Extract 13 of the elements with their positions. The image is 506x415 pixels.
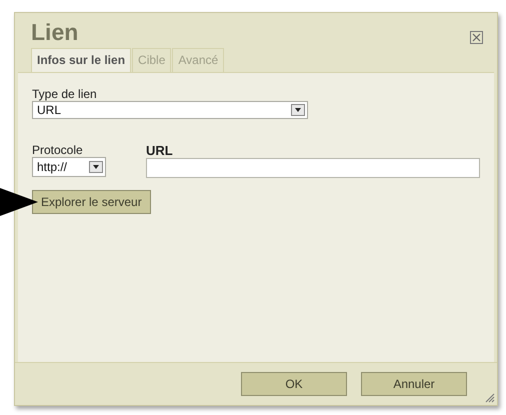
field-label: Protocole [32,143,84,157]
dialog-button[interactable]: OK [241,372,347,396]
dialog-button[interactable]: Annuler [361,372,467,396]
field-label: URL [146,143,174,158]
browse-server-button[interactable]: Explorer le serveur [32,190,151,214]
dialog-title: Lien [31,19,78,46]
tab[interactable]: Infos sur le lien [31,48,132,72]
link-type-dropdown[interactable]: URL [32,101,308,119]
field-label: Type de lien [32,87,98,101]
close-icon[interactable] [470,31,483,44]
resize-grip-icon[interactable] [483,391,495,403]
url-input[interactable] [146,158,480,178]
protocol-dropdown[interactable]: http:// [32,157,106,177]
